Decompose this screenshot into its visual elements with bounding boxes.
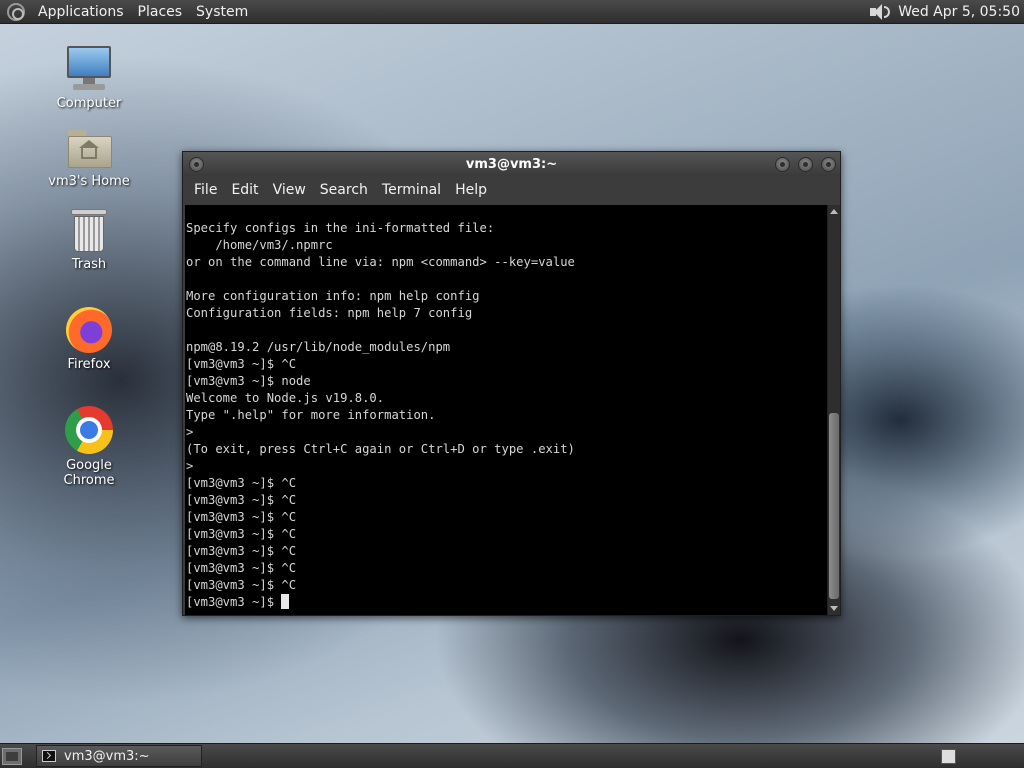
minimize-button[interactable]	[775, 157, 790, 172]
terminal-line: [vm3@vm3 ~]$ ^C	[186, 357, 297, 371]
show-desktop-icon[interactable]	[2, 747, 22, 765]
terminal-icon	[42, 750, 56, 762]
close-button[interactable]	[821, 157, 836, 172]
terminal-line: >	[186, 459, 194, 473]
scroll-down-arrow-icon[interactable]	[830, 606, 838, 611]
menu-search[interactable]: Search	[313, 182, 375, 198]
terminal-line: npm@8.19.2 /usr/lib/node_modules/npm	[186, 340, 451, 354]
terminal-line: Type ".help" for more information.	[186, 408, 436, 422]
menu-file[interactable]: File	[187, 182, 224, 198]
menu-places[interactable]: Places	[131, 4, 190, 20]
scrollbar-thumb[interactable]	[829, 413, 839, 599]
terminal-line: [vm3@vm3 ~]$ ^C	[186, 578, 297, 592]
top-panel: Applications Places System Wed Apr 5, 05…	[0, 0, 1024, 24]
desktop-icon-label: vm3's Home	[48, 174, 130, 189]
distro-logo-icon[interactable]	[7, 2, 25, 21]
window-titlebar[interactable]: vm3@vm3:~	[183, 152, 840, 176]
terminal-line: [vm3@vm3 ~]$ ^C	[186, 493, 297, 507]
window-menu-button[interactable]	[189, 157, 204, 172]
maximize-button[interactable]	[798, 157, 813, 172]
desktop-icon-chrome[interactable]: Google Chrome	[39, 406, 139, 488]
terminal-line: [vm3@vm3 ~]$ ^C	[186, 561, 297, 575]
firefox-icon	[66, 307, 112, 353]
terminal-line: [vm3@vm3 ~]$ ^C	[186, 510, 297, 524]
desktop-icon-label: Trash	[71, 257, 107, 272]
menu-edit[interactable]: Edit	[224, 182, 265, 198]
desktop-icon-computer[interactable]: Computer	[39, 46, 139, 111]
menu-help[interactable]: Help	[448, 182, 494, 198]
taskbar-button-label: vm3@vm3:~	[64, 748, 150, 764]
desktop-icon-label: Google Chrome	[63, 458, 115, 488]
terminal-line: [vm3@vm3 ~]$ ^C	[186, 527, 297, 541]
window-title: vm3@vm3:~	[465, 156, 558, 172]
terminal-line: [vm3@vm3 ~]$ ^C	[186, 544, 297, 558]
taskbar-terminal-button[interactable]: vm3@vm3:~	[36, 745, 202, 767]
terminal-line: Specify configs in the ini-formatted fil…	[186, 221, 495, 235]
desktop-icon-label: Firefox	[67, 357, 111, 372]
workspace-switcher[interactable]	[941, 748, 956, 764]
menu-applications[interactable]: Applications	[31, 4, 131, 20]
terminal-prompt: [vm3@vm3 ~]$	[186, 595, 282, 609]
terminal-line: or on the command line via: npm <command…	[186, 255, 575, 269]
computer-icon	[65, 46, 113, 92]
terminal-line: [vm3@vm3 ~]$ ^C	[186, 476, 297, 490]
menu-system[interactable]: System	[189, 4, 255, 20]
home-folder-icon	[66, 128, 112, 170]
clock[interactable]: Wed Apr 5, 05:50	[898, 4, 1020, 20]
menu-terminal[interactable]: Terminal	[375, 182, 448, 198]
scroll-up-arrow-icon[interactable]	[830, 209, 838, 214]
menu-view[interactable]: View	[266, 182, 313, 198]
terminal-window: vm3@vm3:~ File Edit View Search Terminal…	[182, 151, 841, 616]
terminal-line: (To exit, press Ctrl+C again or Ctrl+D o…	[186, 442, 575, 456]
terminal-line: [vm3@vm3 ~]$ node	[186, 374, 311, 388]
bottom-panel: vm3@vm3:~	[0, 743, 1024, 768]
desktop-icon-home[interactable]: vm3's Home	[39, 128, 139, 189]
desktop-icon-trash[interactable]: Trash	[39, 209, 139, 272]
terminal-line: Welcome to Node.js v19.8.0.	[186, 391, 385, 405]
terminal-prompt-line: [vm3@vm3 ~]$	[186, 594, 827, 611]
desktop-icon-label: Computer	[56, 96, 122, 111]
terminal-scrollbar[interactable]	[827, 205, 840, 615]
terminal-line: >	[186, 425, 194, 439]
volume-icon[interactable]	[868, 3, 891, 21]
trash-icon	[69, 209, 109, 253]
terminal-menubar: File Edit View Search Terminal Help	[183, 176, 840, 204]
desktop-icon-firefox[interactable]: Firefox	[39, 307, 139, 372]
terminal-line: Configuration fields: npm help 7 config	[186, 306, 473, 320]
terminal-line: /home/vm3/.npmrc	[186, 238, 333, 252]
terminal-output[interactable]: Specify configs in the ini-formatted fil…	[185, 205, 827, 615]
text-cursor	[281, 594, 290, 609]
panel-tray: Wed Apr 5, 05:50	[868, 3, 1024, 21]
terminal-line: More configuration info: npm help config	[186, 289, 480, 303]
chrome-icon	[65, 406, 113, 454]
